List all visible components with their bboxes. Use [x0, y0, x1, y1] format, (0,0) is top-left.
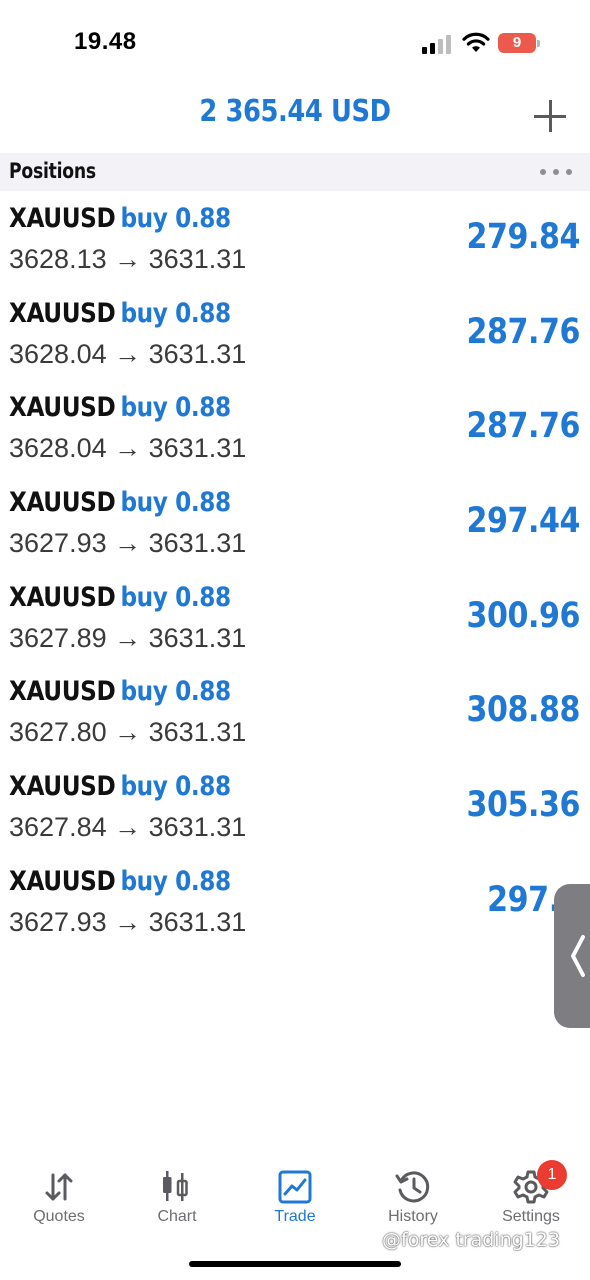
current-price: 3631.31 — [148, 244, 247, 274]
current-price: 3631.31 — [148, 906, 247, 937]
position-side-volume: buy 0.88 — [120, 392, 231, 424]
trade-chart-icon — [278, 1170, 312, 1204]
home-indicator — [189, 1261, 401, 1267]
current-price: 3631.31 — [148, 717, 247, 748]
position-row[interactable]: XAUUSD buy 0.88 3627.93 → 3631.31 297.4 — [0, 854, 590, 949]
tab-label: Chart — [157, 1208, 197, 1225]
open-price: 3627.80 — [9, 717, 107, 748]
battery-icon: 9 — [498, 31, 542, 55]
arrow-icon: → — [114, 717, 142, 748]
section-title: Positions — [9, 159, 96, 183]
position-side-volume: buy 0.88 — [120, 297, 231, 329]
open-price: 3627.89 — [9, 622, 107, 653]
position-symbol: XAUUSD — [9, 676, 116, 708]
open-price: 3627.93 — [9, 528, 107, 559]
tab-chart[interactable]: Chart — [118, 1155, 236, 1245]
tab-quotes[interactable]: Quotes — [0, 1155, 118, 1245]
battery-level: 9 — [498, 33, 536, 53]
more-options-icon[interactable] — [536, 163, 576, 181]
arrow-icon: → — [114, 812, 142, 843]
cellular-signal-icon — [422, 34, 454, 54]
current-price: 3631.31 — [148, 622, 247, 653]
position-symbol: XAUUSD — [9, 392, 116, 424]
tab-label: History — [388, 1208, 438, 1225]
position-symbol: XAUUSD — [9, 865, 116, 897]
open-price: 3627.84 — [9, 812, 107, 843]
current-price: 3631.31 — [148, 433, 247, 464]
open-price: 3628.04 — [9, 433, 107, 464]
chevron-left-icon — [571, 935, 585, 977]
open-price: 3628.04 — [9, 338, 107, 369]
position-row[interactable]: XAUUSD buy 0.88 3627.93 → 3631.31 297.44 — [0, 475, 590, 570]
status-time: 19.48 — [74, 28, 137, 55]
position-profit: 279.84 — [466, 217, 580, 257]
position-profit: 287.76 — [466, 406, 580, 447]
position-row[interactable]: XAUUSD buy 0.88 3628.04 → 3631.31 287.76 — [0, 286, 590, 381]
position-symbol: XAUUSD — [9, 487, 116, 519]
position-profit: 300.96 — [466, 595, 580, 636]
positions-list: XAUUSD buy 0.88 3628.13 → 3631.31 279.84 … — [0, 191, 590, 949]
position-profit: 308.88 — [466, 690, 580, 731]
position-symbol: XAUUSD — [9, 771, 116, 803]
position-side-volume: buy 0.88 — [120, 203, 231, 234]
position-side-volume: buy 0.88 — [120, 865, 231, 897]
arrow-icon: → — [114, 528, 142, 559]
arrow-icon: → — [114, 338, 142, 369]
position-side-volume: buy 0.88 — [120, 487, 231, 519]
current-price: 3631.31 — [148, 338, 247, 369]
open-price: 3627.93 — [9, 906, 107, 937]
position-row[interactable]: XAUUSD buy 0.88 3628.13 → 3631.31 279.84 — [0, 191, 590, 286]
position-side-volume: buy 0.88 — [120, 771, 231, 803]
account-balance[interactable]: 2 365.44 USD — [41, 94, 548, 129]
position-symbol: XAUUSD — [9, 581, 116, 613]
position-row[interactable]: XAUUSD buy 0.88 3628.04 → 3631.31 287.76 — [0, 380, 590, 475]
tab-trade[interactable]: Trade — [236, 1155, 354, 1245]
position-row[interactable]: XAUUSD buy 0.88 3627.80 → 3631.31 308.88 — [0, 664, 590, 759]
position-profit: 305.36 — [466, 785, 580, 826]
position-profit: 287.76 — [466, 311, 580, 352]
position-row[interactable]: XAUUSD buy 0.88 3627.89 → 3631.31 300.96 — [0, 570, 590, 665]
current-price: 3631.31 — [148, 528, 247, 559]
open-price: 3628.13 — [9, 244, 107, 274]
arrow-icon: → — [114, 622, 142, 653]
add-order-button[interactable] — [530, 96, 570, 136]
history-clock-icon — [395, 1171, 430, 1203]
arrow-icon: → — [114, 244, 142, 274]
position-row[interactable]: XAUUSD buy 0.88 3627.84 → 3631.31 305.36 — [0, 759, 590, 854]
candlestick-icon — [163, 1171, 188, 1201]
tab-label: Quotes — [33, 1208, 85, 1225]
settings-notification-badge: 1 — [537, 1160, 567, 1190]
tab-label: Settings — [502, 1208, 560, 1225]
positions-section-header: Positions — [0, 153, 590, 191]
position-symbol: XAUUSD — [9, 297, 116, 329]
arrow-icon: → — [114, 906, 142, 937]
position-profit: 297.44 — [466, 501, 580, 542]
side-panel-handle[interactable] — [554, 884, 590, 1028]
arrow-icon: → — [114, 433, 142, 464]
watermark: @forex trading123 — [382, 1229, 560, 1251]
current-price: 3631.31 — [148, 812, 247, 843]
header: 2 365.44 USD — [0, 80, 590, 152]
wifi-icon — [462, 32, 490, 52]
tab-label: Trade — [274, 1208, 316, 1225]
position-symbol: XAUUSD — [9, 203, 116, 234]
quotes-arrows-icon — [45, 1173, 73, 1201]
position-side-volume: buy 0.88 — [120, 676, 231, 708]
position-side-volume: buy 0.88 — [120, 581, 231, 613]
status-bar: 19.48 9 — [0, 0, 590, 80]
